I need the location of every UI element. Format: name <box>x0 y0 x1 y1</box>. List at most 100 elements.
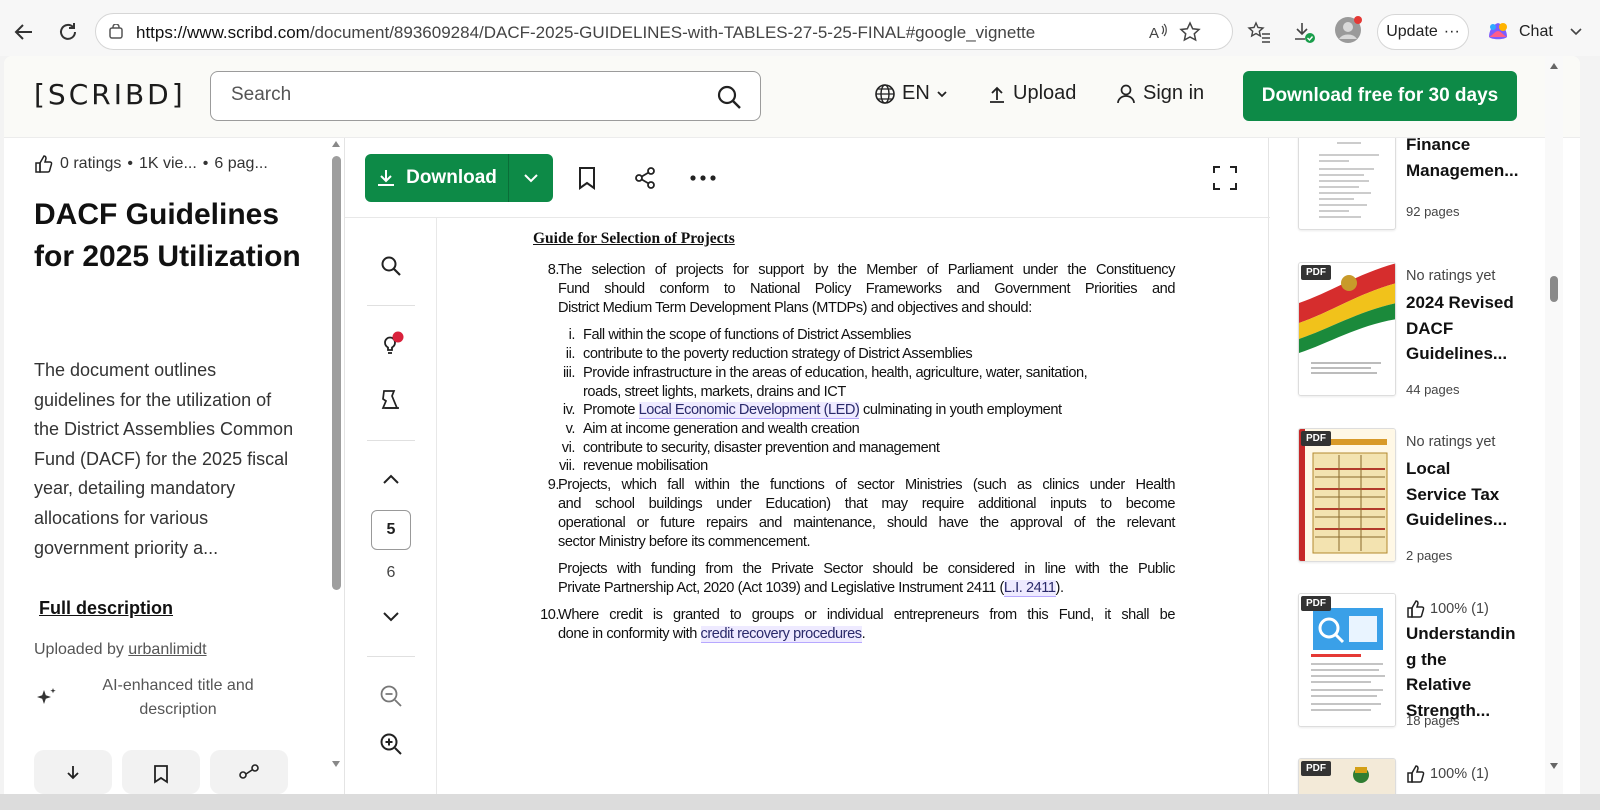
save-action-button[interactable] <box>122 750 200 794</box>
scrollbar-thumb[interactable] <box>1550 276 1558 302</box>
search-icon[interactable] <box>716 84 742 110</box>
page-scrollbar[interactable] <box>1545 56 1563 794</box>
info-panel-scrollbar[interactable] <box>329 138 343 794</box>
recommendation-title[interactable]: Understandin g the Relative Strength... <box>1406 621 1516 723</box>
list-item: Aim at income generation and wealth crea… <box>583 421 860 437</box>
pdf-badge: PDF <box>1301 596 1331 611</box>
update-label: Update <box>1386 23 1438 40</box>
copilot-chat-button[interactable]: Chat <box>1485 18 1583 46</box>
dot-separator: • <box>202 155 209 172</box>
site-info-icon[interactable] <box>108 24 124 40</box>
reload-icon[interactable] <box>54 18 82 46</box>
profile-avatar-icon[interactable] <box>1334 16 1362 44</box>
uploaded-by-label: Uploaded by <box>34 641 124 658</box>
fullscreen-button[interactable] <box>1211 164 1239 192</box>
divider <box>367 440 415 441</box>
next-page-button[interactable] <box>377 602 405 630</box>
recommendation-title[interactable]: 2024 Revised DACF Guidelines... <box>1406 290 1514 367</box>
favorite-star-icon[interactable] <box>1176 18 1204 46</box>
recommendation-card[interactable]: Finance Managemen... 92 pages <box>1298 138 1518 238</box>
viewer-side-tools: 5 6 <box>345 218 437 794</box>
more-options-button[interactable] <box>689 164 717 192</box>
search-in-document-button[interactable] <box>377 252 405 280</box>
lightbulb-icon <box>384 331 404 354</box>
recommendation-card[interactable]: PDF 100% (1) Understandin g the Relative… <box>1298 593 1518 733</box>
download-action-button[interactable] <box>34 750 112 794</box>
current-page-input[interactable]: 5 <box>371 510 411 550</box>
paragraph-line: District Medium Term Development Plans (… <box>558 300 1032 316</box>
scroll-up-arrow-icon[interactable] <box>331 140 341 148</box>
svg-text:A: A <box>1149 25 1159 42</box>
browser-update-button[interactable]: Update ··· <box>1377 14 1469 50</box>
roman-numeral: v. <box>565 421 576 437</box>
roman-numeral: i. <box>568 327 576 343</box>
sparkle-icon <box>37 688 56 704</box>
list-item-continuation: roads, street lights, markets, drains an… <box>583 384 846 400</box>
share-button[interactable] <box>631 164 659 192</box>
download-free-trial-button[interactable]: Download free for 30 days <box>1243 71 1517 121</box>
chat-label: Chat <box>1519 23 1553 40</box>
list-item: Promote Local Economic Development (LED)… <box>583 402 1062 419</box>
language-selector[interactable]: EN <box>874 82 948 105</box>
sign-in-link[interactable]: Sign in <box>1115 82 1204 105</box>
address-bar[interactable]: https://www.scribd.com/document/89360928… <box>95 13 1233 50</box>
read-aloud-icon[interactable]: A <box>1144 18 1172 46</box>
recommendation-card[interactable]: PDF No ratings yet Local Service Tax Gui… <box>1298 428 1518 568</box>
favorites-list-icon[interactable] <box>1245 18 1273 46</box>
credit-recovery-link[interactable]: credit recovery procedures <box>700 626 862 643</box>
paragraph-line: The selection of projects for support by… <box>558 262 1175 278</box>
share-action-button[interactable] <box>210 750 288 794</box>
paragraph-line: Fund should conform to National Policy F… <box>558 281 1175 297</box>
more-dots: ··· <box>1443 23 1460 40</box>
li-2411-link[interactable]: L.I. 2411 <box>1003 580 1056 597</box>
text: . <box>861 626 866 642</box>
recommendations-panel: Finance Managemen... 92 pages PDF No rat… <box>1270 138 1580 794</box>
downloads-icon[interactable] <box>1290 18 1318 46</box>
full-description-link[interactable]: Full description <box>39 598 173 619</box>
upload-label: Upload <box>1013 82 1077 104</box>
paragraph-line: Projects with funding from the Private S… <box>558 561 1175 577</box>
recommendation-title[interactable]: Local Service Tax Guidelines... <box>1406 456 1514 533</box>
scribd-logo[interactable]: [SCRIBD] <box>34 78 186 111</box>
download-split-button[interactable]: Download <box>365 154 553 202</box>
thumbs-up-icon <box>1407 765 1425 783</box>
list-number: 8. <box>547 262 560 278</box>
paragraph-line: Projects, which fall within the function… <box>558 477 1175 493</box>
site-header: [SCRIBD] EN Upload Sign in Download free… <box>4 56 1580 138</box>
divider <box>367 305 415 306</box>
ai-enhanced-note: AI-enhanced title and description <box>34 674 304 722</box>
uploader-link[interactable]: urbanlimidt <box>128 641 206 658</box>
zoom-in-button[interactable] <box>377 730 405 758</box>
download-options-toggle[interactable] <box>509 154 553 202</box>
scroll-down-arrow-icon[interactable] <box>1549 762 1559 770</box>
insights-button[interactable] <box>377 330 405 358</box>
back-arrow-icon[interactable] <box>10 18 38 46</box>
recommendation-title[interactable]: Finance Managemen... <box>1406 138 1518 183</box>
led-link[interactable]: Local Economic Development (LED) <box>638 402 860 419</box>
upload-link[interactable]: Upload <box>987 82 1076 105</box>
paragraph-line: and school buildings under Education) th… <box>558 496 1175 512</box>
url-text: https://www.scribd.com/document/89360928… <box>136 23 1035 43</box>
download-button[interactable]: Download <box>365 154 509 202</box>
search-box[interactable] <box>210 71 761 121</box>
previous-page-button[interactable] <box>377 466 405 494</box>
scroll-up-arrow-icon[interactable] <box>1549 62 1559 70</box>
zoom-out-icon <box>380 685 402 707</box>
search-input[interactable] <box>231 84 691 106</box>
summary-tool-button[interactable] <box>377 386 405 414</box>
recommendation-card[interactable]: PDF 100% (1) <box>1298 758 1518 794</box>
chevron-down-icon <box>937 90 947 97</box>
zoom-out-button[interactable] <box>377 682 405 710</box>
recommendation-rating: No ratings yet <box>1406 268 1496 284</box>
section-heading: Guide for Selection of Projects <box>533 230 735 247</box>
document-thumbnail: PDF <box>1298 262 1396 396</box>
scrollbar-thumb[interactable] <box>332 156 341 590</box>
scroll-down-arrow-icon[interactable] <box>331 760 341 768</box>
paragraph-line: Private Partnership Act, 2020 (Act 1039)… <box>558 580 1064 597</box>
next-page-number[interactable]: 6 <box>371 564 411 582</box>
thumbs-up-icon <box>35 155 53 173</box>
recommendation-card[interactable]: PDF No ratings yet 2024 Revised DACF Gui… <box>1298 262 1518 402</box>
roman-numeral: vi. <box>561 440 576 456</box>
pdf-badge: PDF <box>1301 761 1331 776</box>
save-bookmark-button[interactable] <box>573 164 601 192</box>
